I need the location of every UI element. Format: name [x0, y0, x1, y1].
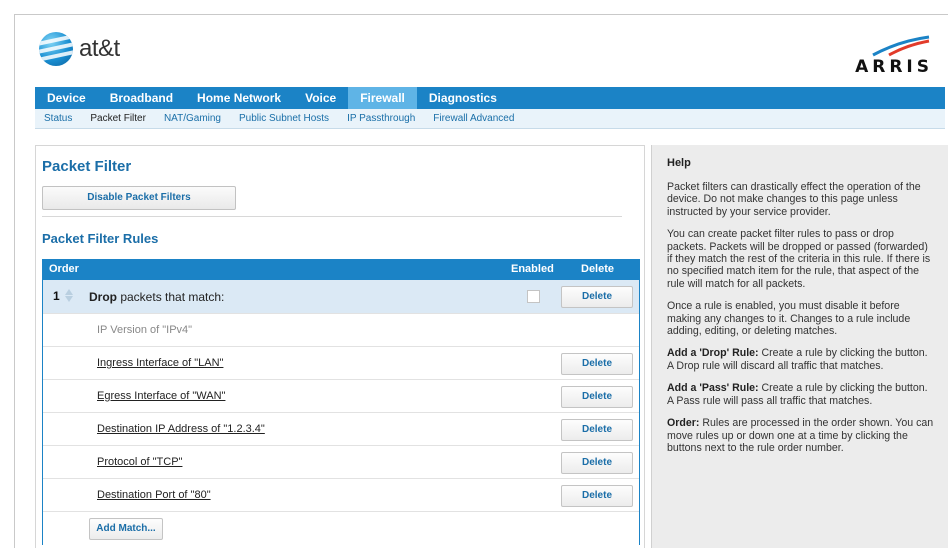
help-term: Order: — [667, 417, 700, 430]
move-down-icon[interactable] — [65, 296, 73, 302]
match-row: IP Version of "IPv4" — [43, 314, 639, 347]
help-term: Add a 'Drop' Rule: — [667, 347, 759, 360]
nav-broadband[interactable]: Broadband — [98, 87, 185, 109]
match-link[interactable]: Egress Interface of "WAN" — [97, 390, 225, 402]
subnav-firewall-advanced[interactable]: Firewall Advanced — [424, 109, 523, 128]
subnav-public-subnet-hosts[interactable]: Public Subnet Hosts — [230, 109, 338, 128]
subnav-ip-passthrough[interactable]: IP Passthrough — [338, 109, 424, 128]
delete-match-button[interactable]: Delete — [561, 353, 633, 375]
help-paragraph: Add a 'Drop' Rule: Create a rule by clic… — [667, 347, 935, 372]
help-term: Add a 'Pass' Rule: — [667, 382, 759, 395]
disable-packet-filters-button[interactable]: Disable Packet Filters — [42, 186, 236, 210]
arris-wordmark: ARRIS — [855, 57, 933, 77]
delete-match-button[interactable]: Delete — [561, 485, 633, 507]
match-row: Destination IP Address of "1.2.3.4" Dele… — [43, 413, 639, 446]
match-row: Egress Interface of "WAN" Delete — [43, 380, 639, 413]
nav-firewall[interactable]: Firewall — [348, 87, 417, 109]
arris-swoosh-icon — [872, 35, 930, 57]
help-paragraph: Packet filters can drastically effect th… — [667, 181, 921, 218]
rule-order-number: 1 — [53, 289, 60, 303]
nav-device[interactable]: Device — [35, 87, 98, 109]
att-logo: at&t — [39, 32, 120, 66]
match-link[interactable]: Ingress Interface of "LAN" — [97, 357, 223, 369]
table-header: Order Enabled Delete — [43, 260, 639, 280]
col-enabled: Enabled — [511, 263, 554, 275]
nav-diagnostics[interactable]: Diagnostics — [417, 87, 509, 109]
rules-table: Order Enabled Delete 1 Drop packets that… — [42, 259, 640, 545]
match-row: Ingress Interface of "LAN" Delete — [43, 347, 639, 380]
match-label: IP Version of "IPv4" — [97, 324, 193, 336]
main-nav: Device Broadband Home Network Voice Fire… — [35, 87, 945, 109]
match-row: Protocol of "TCP" Delete — [43, 446, 639, 479]
header: at&t ARRIS — [15, 15, 948, 87]
page-title: Packet Filter — [42, 158, 132, 175]
nav-home-network[interactable]: Home Network — [185, 87, 293, 109]
rule-row: 1 Drop packets that match: Delete — [43, 280, 639, 314]
help-title: Help — [667, 157, 691, 169]
match-row: Destination Port of "80" Delete — [43, 479, 639, 512]
page-frame: at&t ARRIS Device Broadband Home Network… — [14, 14, 948, 548]
move-up-icon[interactable] — [65, 289, 73, 295]
main-panel: Packet Filter Disable Packet Filters Pac… — [35, 145, 645, 548]
delete-match-button[interactable]: Delete — [561, 419, 633, 441]
subnav-status[interactable]: Status — [35, 109, 81, 128]
att-wordmark: at&t — [79, 35, 120, 62]
help-paragraph: Order: Rules are processed in the order … — [667, 417, 935, 454]
col-order: Order — [49, 263, 79, 275]
add-match-button[interactable]: Add Match... — [89, 518, 163, 540]
subnav-nat-gaming[interactable]: NAT/Gaming — [155, 109, 230, 128]
help-panel: Help Packet filters can drastically effe… — [651, 145, 948, 548]
sub-nav: Status Packet Filter NAT/Gaming Public S… — [35, 109, 945, 129]
col-delete: Delete — [581, 263, 615, 275]
match-link[interactable]: Protocol of "TCP" — [97, 456, 182, 468]
nav-voice[interactable]: Voice — [293, 87, 348, 109]
delete-rule-button[interactable]: Delete — [561, 286, 633, 308]
delete-match-button[interactable]: Delete — [561, 386, 633, 408]
add-match-row: Add Match... — [43, 512, 639, 545]
help-paragraph: Add a 'Pass' Rule: Create a rule by clic… — [667, 382, 935, 407]
rule-description: Drop packets that match: — [89, 290, 224, 304]
delete-match-button[interactable]: Delete — [561, 452, 633, 474]
help-text: Rules are processed in the order shown. … — [667, 417, 934, 454]
reorder-arrows-icon[interactable] — [64, 288, 74, 305]
match-link[interactable]: Destination IP Address of "1.2.3.4" — [97, 423, 265, 435]
rules-title: Packet Filter Rules — [42, 231, 159, 246]
divider — [42, 216, 622, 217]
subnav-packet-filter[interactable]: Packet Filter — [81, 109, 155, 128]
help-paragraph: Once a rule is enabled, you must disable… — [667, 300, 911, 338]
help-paragraph: You can create packet filter rules to pa… — [667, 228, 931, 290]
att-globe-icon — [39, 32, 73, 66]
arris-logo: ARRIS — [823, 35, 933, 77]
rule-enabled-checkbox[interactable] — [527, 290, 540, 303]
match-link[interactable]: Destination Port of "80" — [97, 489, 211, 501]
rule-action-suffix: packets that match: — [117, 290, 225, 304]
rule-action: Drop — [89, 290, 117, 304]
